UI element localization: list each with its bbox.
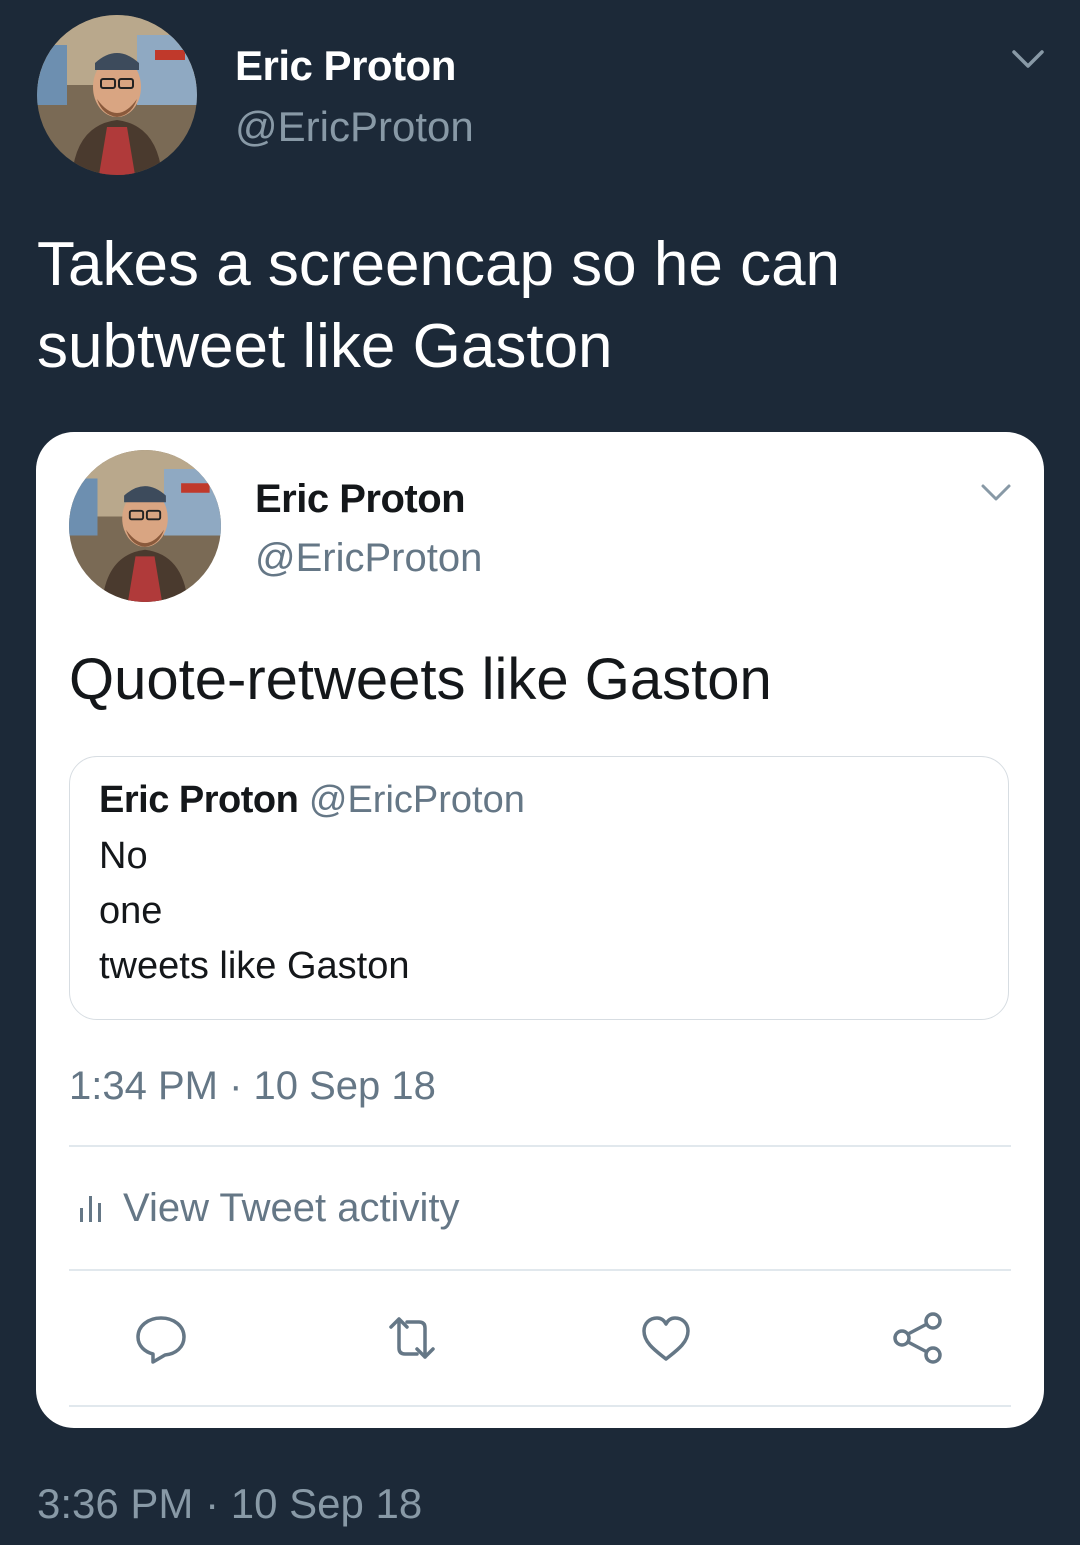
chevron-down-icon <box>978 479 1014 505</box>
user-handle: @EricProton <box>255 536 483 580</box>
display-name: Eric Proton <box>99 779 299 821</box>
share-icon <box>890 1310 946 1366</box>
tweet-timestamp: 1:34 PM · 10 Sep 18 <box>69 1064 436 1108</box>
quoted-tweet-header: Eric Proton @EricProton <box>99 779 525 822</box>
display-name[interactable]: Eric Proton <box>235 42 456 90</box>
avatar-photo <box>37 15 197 175</box>
quoted-tweet-line: No <box>99 835 148 877</box>
retweet-icon <box>384 1310 440 1366</box>
user-handle[interactable]: @EricProton <box>235 103 474 151</box>
tweet-text-line: subtweet like Gaston <box>37 312 613 381</box>
avatar <box>69 450 221 602</box>
divider <box>69 1405 1011 1407</box>
avatar-photo <box>69 450 221 602</box>
tweet-text-line: Takes a screencap so he can <box>37 230 841 299</box>
tweet-text: Takes a screencap so he can subtweet lik… <box>37 224 1047 388</box>
tweet-text: Quote-retweets like Gaston <box>69 647 772 712</box>
view-tweet-activity-link: View Tweet activity <box>123 1186 460 1230</box>
avatar[interactable] <box>37 15 197 175</box>
bar-chart-icon <box>78 1194 104 1222</box>
chevron-down-icon[interactable] <box>1008 44 1048 74</box>
reply-icon <box>133 1310 189 1366</box>
tweet-timestamp[interactable]: 3:36 PM · 10 Sep 18 <box>37 1480 422 1528</box>
user-handle: @EricProton <box>308 779 525 821</box>
divider <box>69 1269 1011 1271</box>
quoted-tweet: Eric Proton @EricProton No one tweets li… <box>69 756 1009 1020</box>
like-icon <box>638 1310 694 1366</box>
embedded-screenshot[interactable]: Eric Proton @EricProton Quote-retweets l… <box>36 432 1044 1428</box>
quoted-tweet-line: one <box>99 890 163 932</box>
quoted-tweet-line: tweets like Gaston <box>99 945 410 987</box>
display-name: Eric Proton <box>255 477 466 521</box>
divider <box>69 1145 1011 1147</box>
